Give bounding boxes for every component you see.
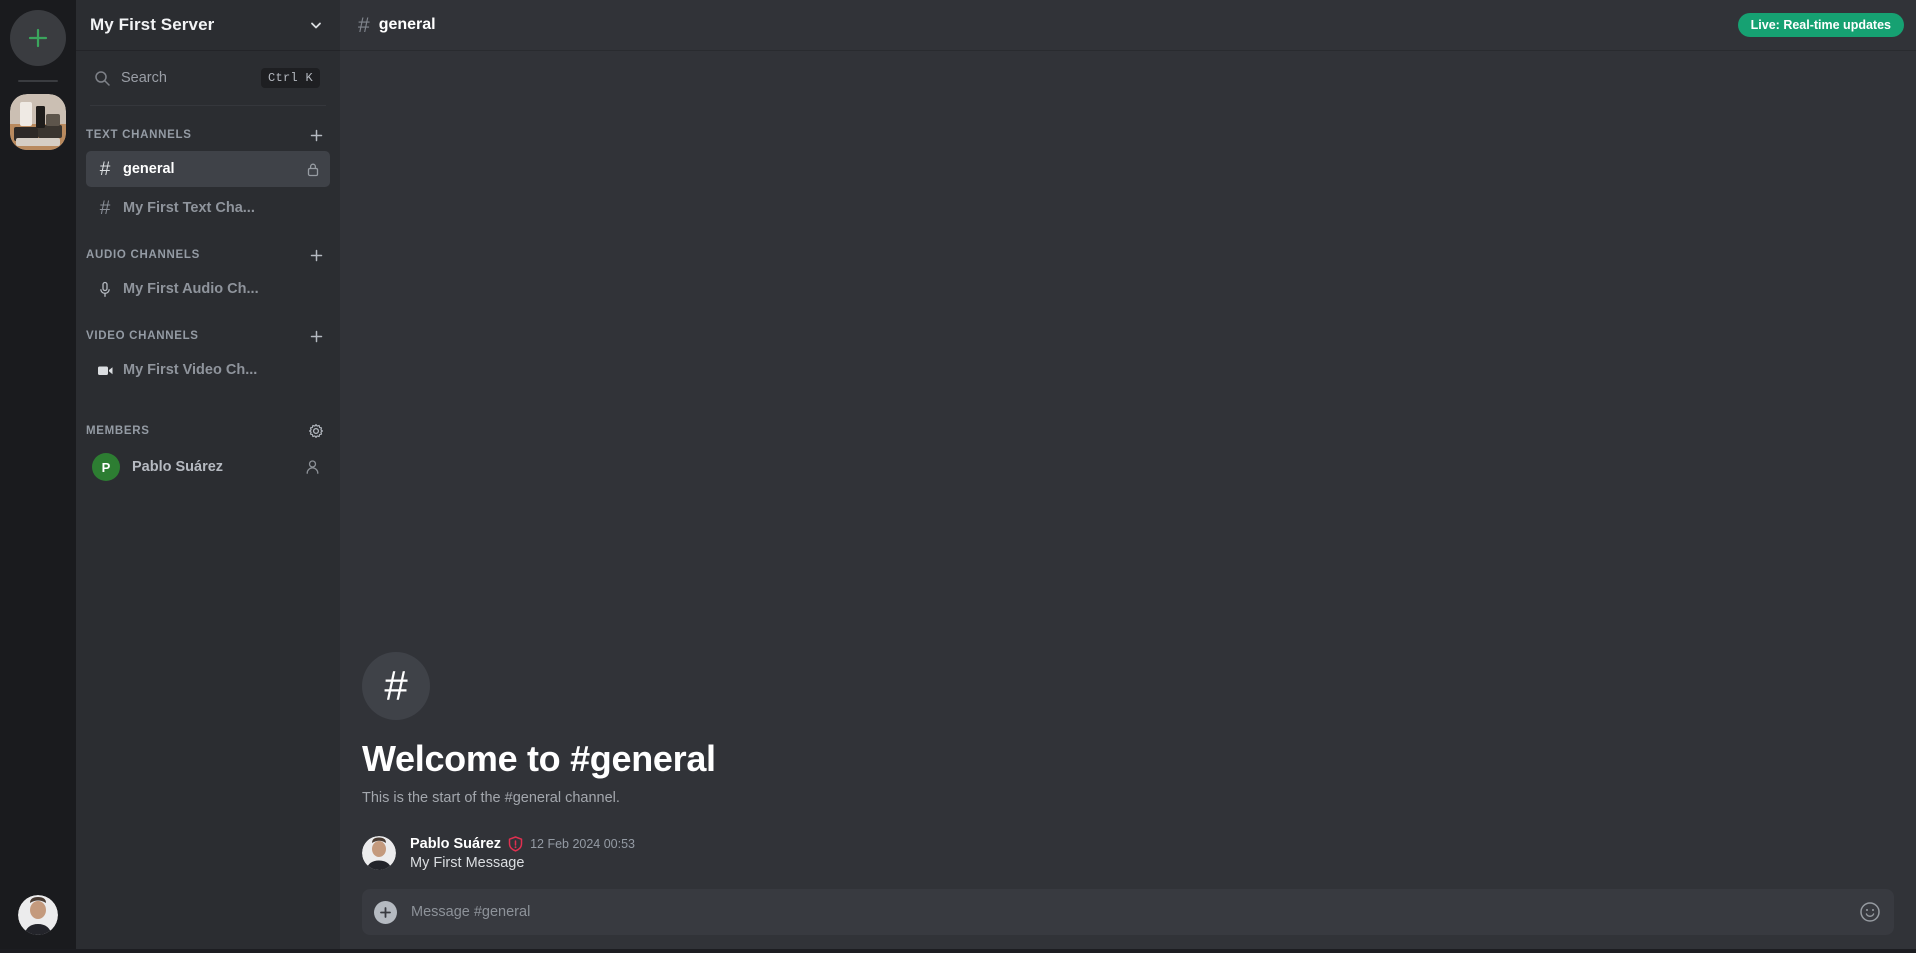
- search-label: Search: [121, 70, 167, 86]
- message-composer: [362, 889, 1894, 935]
- user-avatar[interactable]: [18, 895, 58, 935]
- hash-icon: #: [358, 13, 370, 37]
- hash-icon: #: [384, 662, 408, 709]
- plus-icon: [28, 28, 48, 48]
- member-item-pablo-suarez[interactable]: P Pablo Suárez: [86, 448, 330, 486]
- category-label: TEXT CHANNELS: [86, 129, 192, 141]
- shield-alert-icon: [508, 836, 523, 852]
- search-icon: [95, 70, 110, 86]
- rail-divider: [18, 80, 58, 82]
- members-header: MEMBERS: [76, 418, 340, 444]
- add-video-channel-button[interactable]: [309, 329, 324, 344]
- page-title: general: [378, 16, 436, 33]
- message-body: Pablo Suárez 12 Feb 2024 00:53 My First …: [410, 836, 635, 871]
- rail-bottom: [0, 895, 76, 935]
- channel-header: # general Live: Real-time updates: [340, 0, 1916, 51]
- gear-icon[interactable]: [308, 423, 324, 439]
- channel-item-my-first-video-channel[interactable]: My First Video Ch...: [86, 352, 330, 388]
- person-icon[interactable]: [305, 459, 320, 475]
- category-label: AUDIO CHANNELS: [86, 249, 200, 261]
- hash-icon: #: [99, 197, 111, 219]
- video-camera-icon: [95, 364, 115, 377]
- search-shortcut-badge: Ctrl K: [260, 68, 320, 88]
- status-badge[interactable]: Live: Real-time updates: [1737, 13, 1904, 37]
- main-content: # general Live: Real-time updates # Welc…: [340, 0, 1916, 953]
- channel-welcome: # Welcome to #general This is the start …: [340, 652, 1916, 806]
- message-list: # Welcome to #general This is the start …: [340, 51, 1916, 889]
- server-rail: [0, 0, 76, 953]
- member-name: Pablo Suárez: [132, 459, 224, 475]
- add-text-channel-button[interactable]: [309, 128, 324, 143]
- emoji-smiley-icon[interactable]: [1858, 900, 1882, 924]
- welcome-hash-badge: #: [362, 652, 430, 720]
- message-timestamp: 12 Feb 2024 00:53: [530, 837, 636, 851]
- message-input[interactable]: [411, 904, 1848, 920]
- channel-item-general[interactable]: # general: [86, 151, 330, 187]
- lock-icon: [306, 162, 320, 177]
- channel-name: My First Video Ch...: [123, 362, 258, 378]
- channel-item-my-first-audio-channel[interactable]: My First Audio Ch...: [86, 271, 330, 307]
- message-item: Pablo Suárez 12 Feb 2024 00:53 My First …: [340, 832, 1916, 879]
- composer-wrapper: [340, 889, 1916, 953]
- category-video-channels[interactable]: VIDEO CHANNELS: [76, 323, 340, 349]
- avatar[interactable]: [362, 836, 396, 870]
- add-server-button[interactable]: [10, 10, 66, 66]
- hash-icon: #: [99, 158, 111, 180]
- channel-item-my-first-text-channel[interactable]: # My First Text Cha...: [86, 190, 330, 226]
- category-text-channels[interactable]: TEXT CHANNELS: [76, 122, 340, 148]
- search-bar[interactable]: Search Ctrl K: [88, 62, 328, 94]
- bottom-strip: [0, 949, 1916, 953]
- server-name: My First Server: [90, 15, 215, 34]
- channel-name: My First Text Cha...: [123, 200, 255, 216]
- welcome-title: Welcome to #general: [362, 738, 716, 779]
- message-text: My First Message: [410, 855, 525, 871]
- welcome-subtitle: This is the start of the #general channe…: [362, 790, 620, 806]
- chevron-down-icon[interactable]: [308, 17, 324, 33]
- server-icon-my-first-server[interactable]: [10, 94, 66, 150]
- channel-name: My First Audio Ch...: [123, 281, 259, 297]
- sidebar-divider: [90, 105, 326, 106]
- message-author[interactable]: Pablo Suárez: [410, 836, 501, 852]
- add-attachment-button[interactable]: [374, 900, 397, 924]
- channel-sidebar: My First Server Search Ctrl K TEXT CHANN…: [76, 0, 340, 953]
- server-header[interactable]: My First Server: [76, 0, 340, 51]
- category-label: VIDEO CHANNELS: [86, 330, 199, 342]
- category-audio-channels[interactable]: AUDIO CHANNELS: [76, 242, 340, 268]
- plus-icon: [380, 906, 391, 918]
- microphone-icon: [95, 281, 115, 298]
- members-label: MEMBERS: [86, 425, 150, 437]
- message-meta: Pablo Suárez 12 Feb 2024 00:53: [410, 836, 635, 852]
- avatar: P: [92, 453, 120, 481]
- app-root: My First Server Search Ctrl K TEXT CHANN…: [0, 0, 1916, 953]
- server-icon-wrapper: [10, 94, 66, 150]
- add-audio-channel-button[interactable]: [309, 248, 324, 263]
- channel-name: general: [123, 161, 175, 177]
